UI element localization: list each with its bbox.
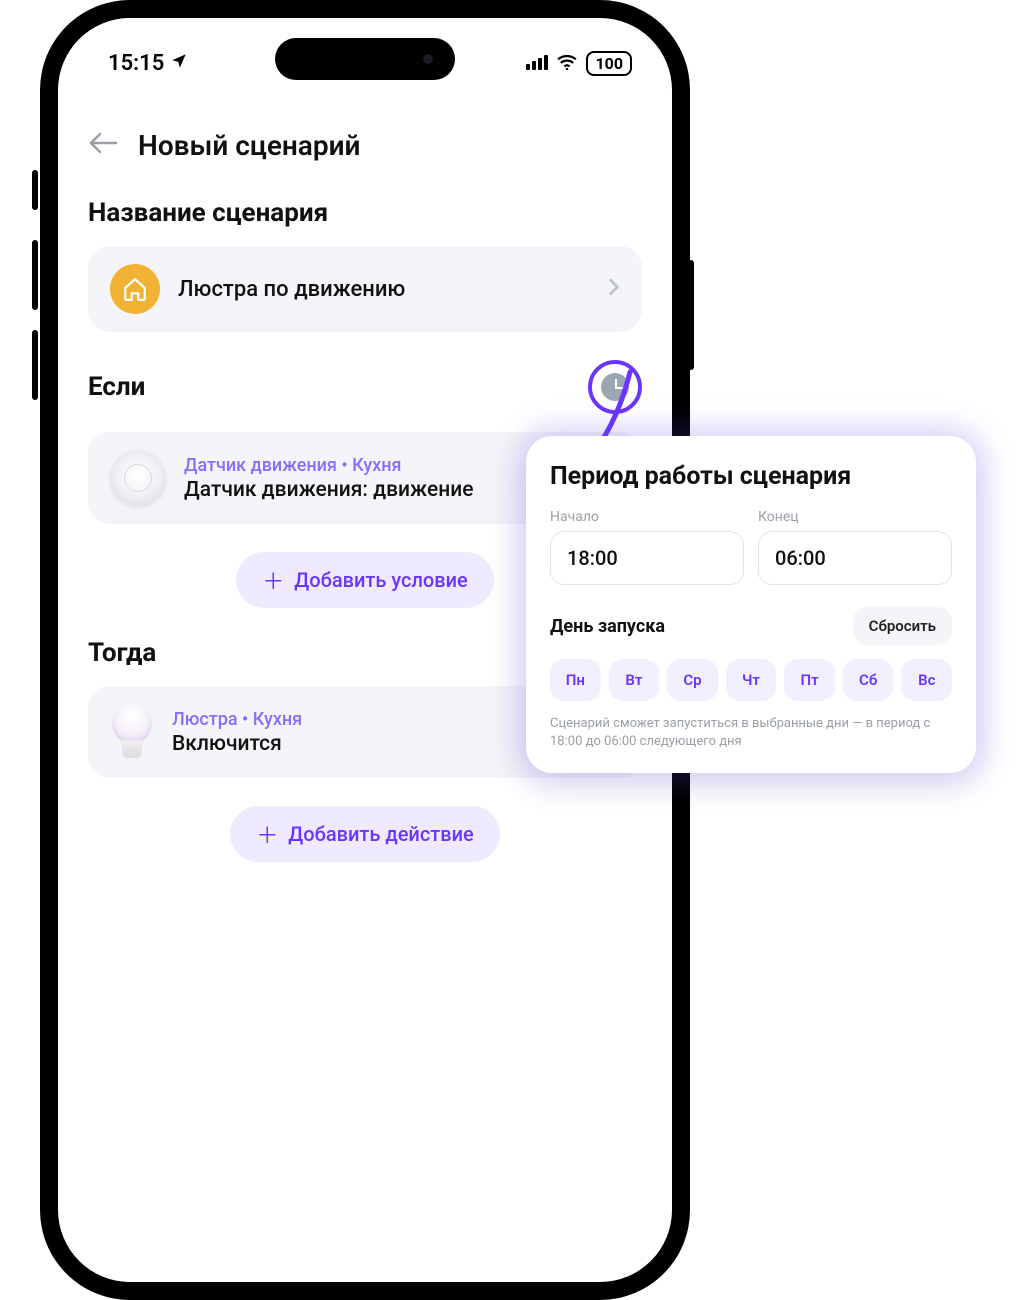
reset-button[interactable]: Сбросить — [853, 607, 952, 645]
signal-icon — [526, 51, 548, 76]
end-label: Конец — [758, 509, 952, 525]
schedule-button[interactable] — [588, 360, 642, 414]
phone-side-button — [32, 240, 38, 310]
day-sat[interactable]: Сб — [843, 659, 894, 701]
clock-icon — [601, 373, 629, 401]
launch-day-label: День запуска — [550, 616, 665, 637]
section-name-label: Название сценария — [88, 198, 642, 228]
popup-footnote: Сценарий сможет запуститься в выбранные … — [550, 715, 952, 751]
page-title: Новый сценарий — [138, 129, 360, 162]
start-label: Начало — [550, 509, 744, 525]
add-action-button[interactable]: ＋ Добавить действие — [230, 806, 499, 862]
day-wed[interactable]: Ср — [667, 659, 718, 701]
status-time: 15:15 — [108, 51, 164, 76]
day-sun[interactable]: Вс — [901, 659, 952, 701]
add-condition-button[interactable]: ＋ Добавить условие — [236, 552, 493, 608]
phone-side-button — [32, 170, 38, 210]
scenario-name-row[interactable]: Люстра по движению — [88, 246, 642, 332]
home-icon — [110, 264, 160, 314]
battery-icon: 100 — [586, 51, 632, 76]
plus-icon: ＋ — [262, 564, 284, 596]
add-condition-label: Добавить условие — [294, 568, 467, 592]
day-fri[interactable]: Пт — [784, 659, 835, 701]
chevron-right-icon — [608, 277, 620, 302]
location-icon — [170, 51, 188, 76]
day-thu[interactable]: Чт — [726, 659, 777, 701]
wifi-icon — [556, 51, 578, 76]
phone-side-button — [32, 330, 38, 400]
end-time-input[interactable]: 06:00 — [758, 531, 952, 585]
start-time-input[interactable]: 18:00 — [550, 531, 744, 585]
day-tue[interactable]: Вт — [609, 659, 660, 701]
popup-title: Период работы сценария — [550, 462, 952, 491]
bulb-icon — [110, 704, 154, 760]
dynamic-island — [275, 38, 455, 80]
motion-sensor-icon — [110, 450, 166, 506]
back-button[interactable] — [88, 128, 118, 163]
day-mon[interactable]: Пн — [550, 659, 601, 701]
plus-icon: ＋ — [256, 818, 278, 850]
schedule-popup: Период работы сценария Начало 18:00 Коне… — [526, 436, 976, 773]
days-row: Пн Вт Ср Чт Пт Сб Вс — [550, 659, 952, 701]
section-if-label: Если — [88, 372, 145, 402]
add-action-label: Добавить действие — [288, 822, 473, 846]
scenario-name-value: Люстра по движению — [178, 277, 590, 302]
